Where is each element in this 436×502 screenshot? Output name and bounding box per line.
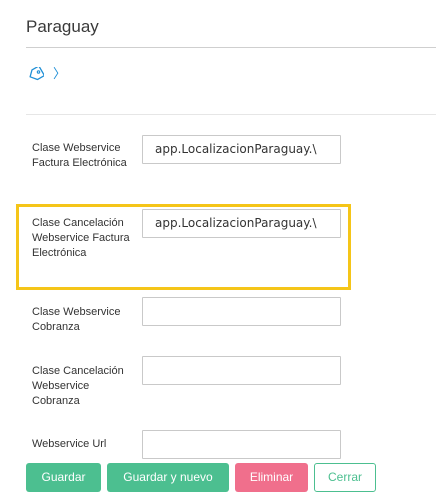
label-clase-cancelacion-webservice-factura: Clase Cancelación Webservice Factura Ele… (32, 217, 130, 259)
breadcrumb: 〉 (28, 66, 66, 82)
tag-icon[interactable] (28, 67, 44, 81)
label-clase-webservice-factura: Clase Webservice Factura Electrónica (32, 142, 127, 169)
label-clase-cancelacion-webservice-cobranza: Clase Cancelación Webservice Cobranza (32, 365, 124, 407)
input-webservice-url[interactable] (142, 430, 341, 459)
close-button[interactable]: Cerrar (314, 463, 376, 492)
breadcrumb-separator: 〉 (53, 66, 67, 81)
section-divider (26, 114, 436, 115)
delete-button[interactable]: Eliminar (235, 463, 308, 492)
input-clase-webservice-cobranza[interactable] (142, 297, 341, 326)
save-button[interactable]: Guardar (26, 463, 101, 492)
save-and-new-button[interactable]: Guardar y nuevo (107, 463, 229, 492)
label-clase-webservice-cobranza: Clase Webservice Cobranza (32, 306, 121, 333)
page-title: Paraguay (26, 17, 99, 36)
input-clase-webservice-factura[interactable]: app.LocalizacionParaguay.\ (142, 135, 341, 164)
input-clase-cancelacion-webservice-cobranza[interactable] (142, 356, 341, 385)
input-clase-cancelacion-webservice-factura[interactable]: app.LocalizacionParaguay.\ (142, 209, 341, 238)
title-divider (26, 47, 436, 48)
label-webservice-url: Webservice Url (32, 438, 107, 450)
